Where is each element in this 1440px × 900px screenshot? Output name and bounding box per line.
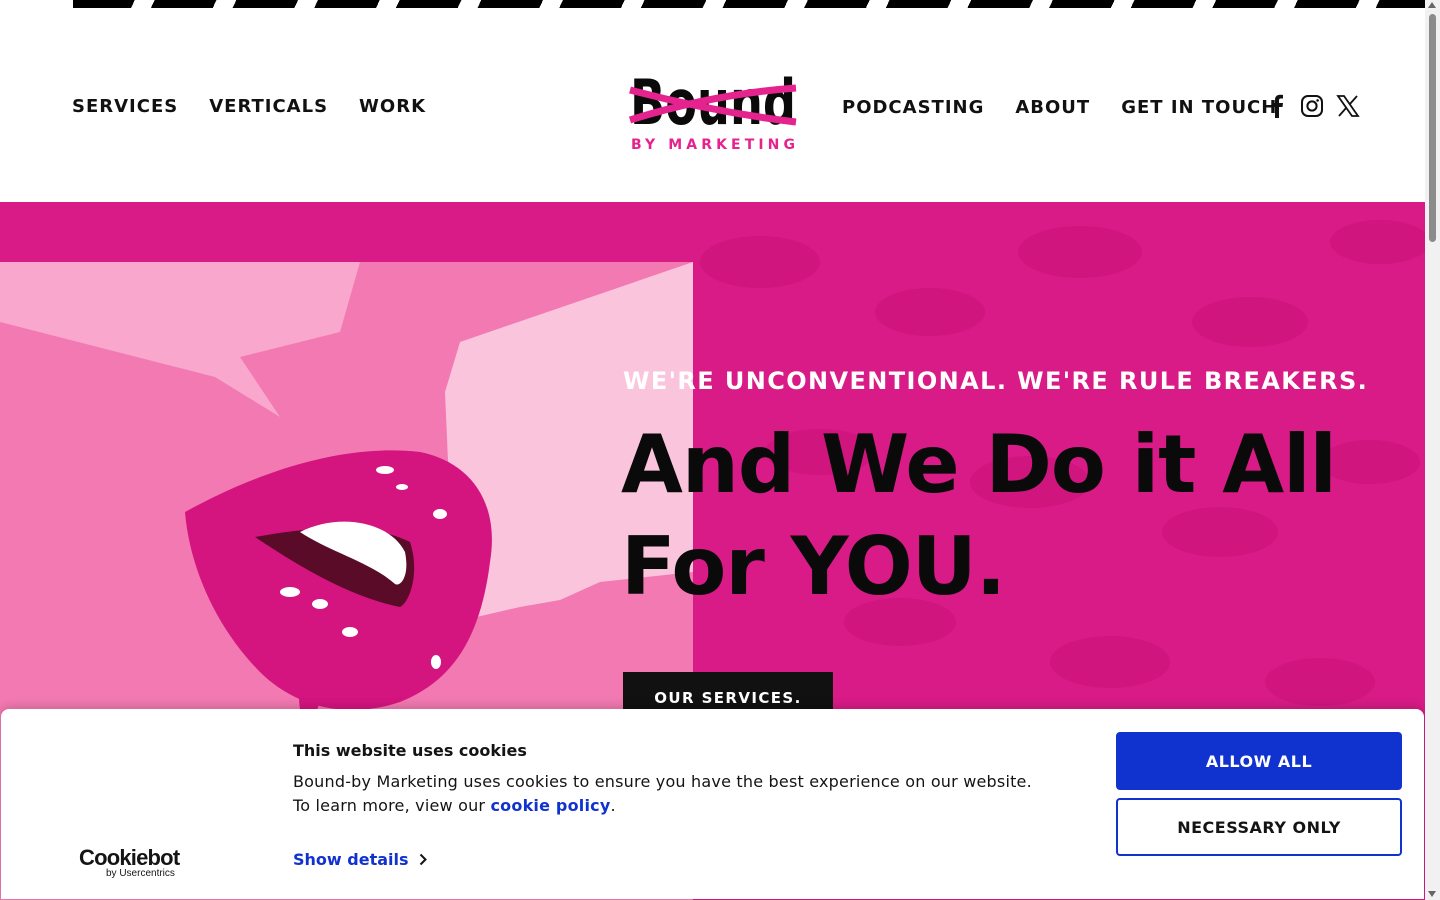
cookie-description: Bound-by Marketing uses cookies to ensur… xyxy=(293,770,1053,818)
cookie-consent-banner: Cookiebot by Usercentrics This website u… xyxy=(1,709,1424,899)
main-nav-right: PODCASTING ABOUT GET IN TOUCH xyxy=(842,97,1277,118)
chevron-right-icon xyxy=(419,853,427,866)
nav-podcasting[interactable]: PODCASTING xyxy=(842,97,984,118)
top-stripe-bar xyxy=(73,0,1425,8)
cookiebot-logo[interactable]: Cookiebot by Usercentrics xyxy=(79,845,180,879)
nav-work[interactable]: WORK xyxy=(359,96,426,117)
cookiebot-brand-sub: by Usercentrics xyxy=(106,868,175,879)
nav-services[interactable]: SERVICES xyxy=(72,96,178,117)
scrollbar-thumb[interactable] xyxy=(1429,14,1436,242)
cookie-text-before: Bound-by Marketing uses cookies to ensur… xyxy=(293,772,1032,815)
main-nav-left: SERVICES VERTICALS WORK xyxy=(72,96,426,117)
site-logo[interactable]: Bound BY MARKETING xyxy=(628,64,798,154)
necessary-only-button[interactable]: NECESSARY ONLY xyxy=(1116,798,1402,856)
facebook-icon[interactable] xyxy=(1266,94,1288,118)
nav-about[interactable]: ABOUT xyxy=(1015,97,1090,118)
hero-tagline: WE'RE UNCONVENTIONAL. WE'RE RULE BREAKER… xyxy=(623,367,1369,395)
hero-headline: And We Do it All For YOU. xyxy=(621,414,1381,618)
cookie-title: This website uses cookies xyxy=(293,741,527,760)
scroll-down-arrow-icon[interactable] xyxy=(1428,891,1436,897)
show-details-label: Show details xyxy=(293,850,409,869)
social-links xyxy=(1266,94,1360,118)
page-scrollbar[interactable] xyxy=(1425,0,1440,900)
cookie-policy-link[interactable]: cookie policy xyxy=(491,796,611,815)
scroll-up-arrow-icon[interactable] xyxy=(1428,2,1436,8)
instagram-icon[interactable] xyxy=(1300,94,1324,118)
hero-headline-line2: For YOU. xyxy=(621,520,1006,613)
nav-verticals[interactable]: VERTICALS xyxy=(209,96,328,117)
cookie-text-after: . xyxy=(610,796,616,815)
hero-headline-line1: And We Do it All xyxy=(621,418,1337,511)
logo-subtitle: BY MARKETING xyxy=(631,137,795,153)
nav-get-in-touch[interactable]: GET IN TOUCH xyxy=(1121,97,1277,118)
allow-all-button[interactable]: ALLOW ALL xyxy=(1116,732,1402,790)
show-details-link[interactable]: Show details xyxy=(293,850,427,869)
x-icon[interactable] xyxy=(1336,94,1360,118)
bound-logo-graphic: Bound BY MARKETING xyxy=(628,66,797,153)
